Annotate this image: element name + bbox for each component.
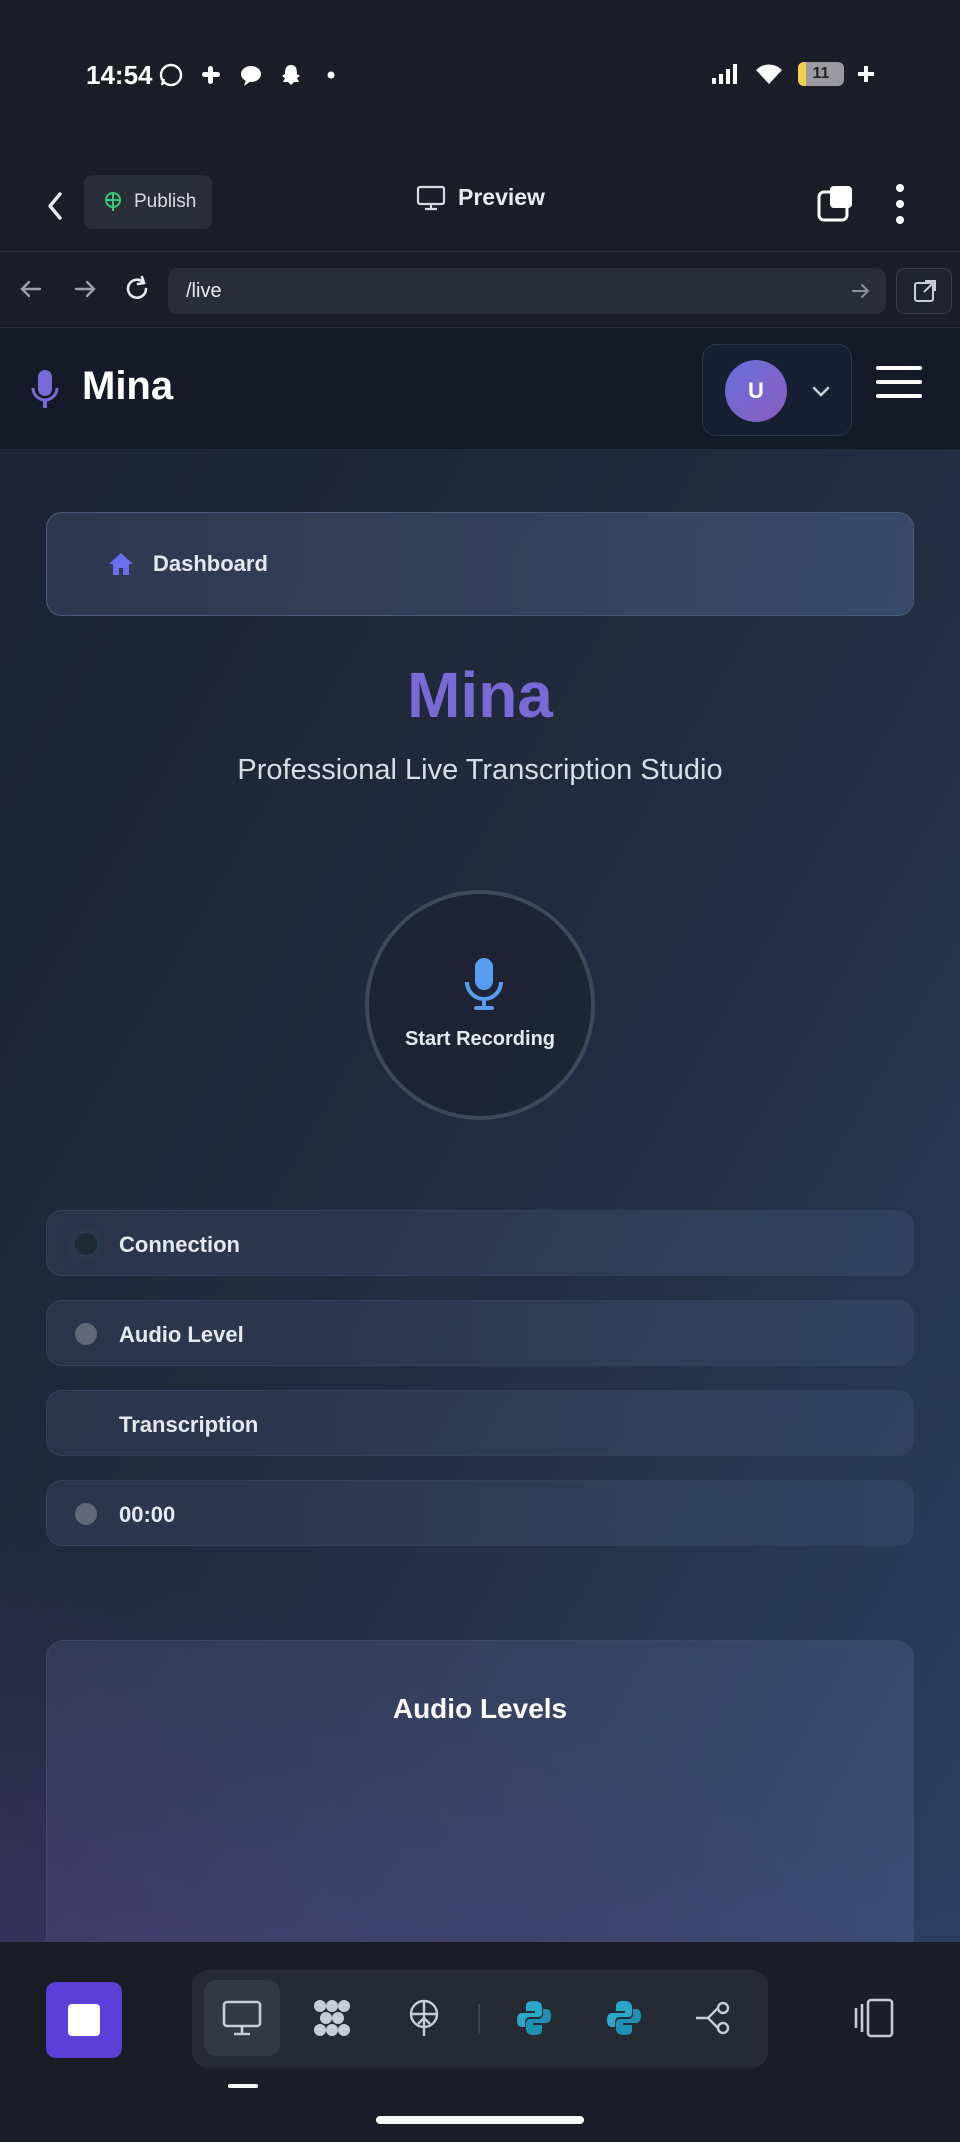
site-header: Mina U [0, 328, 960, 450]
status-connection: Connection [46, 1210, 914, 1276]
status-time: 14:54 [86, 60, 153, 90]
preview-label: Preview [458, 184, 545, 210]
chat-bubble-icon [238, 62, 264, 88]
hamburger-menu-button[interactable] [876, 366, 922, 400]
open-external-button[interactable] [896, 268, 952, 314]
system-icons: 11 [710, 62, 874, 86]
signal-icon [712, 64, 737, 84]
breadcrumb-dashboard[interactable]: Dashboard [46, 512, 914, 616]
snapchat-icon [278, 62, 304, 88]
python-icon [517, 2001, 551, 2035]
audio-levels-title: Audio Levels [392, 1693, 568, 1724]
preview-button[interactable]: Preview [416, 184, 545, 211]
tabs-button[interactable] [816, 184, 856, 224]
whatsapp-icon [158, 62, 184, 88]
monitor-icon [222, 2000, 262, 2036]
user-menu[interactable]: U [702, 344, 852, 436]
active-tab-indicator [228, 2084, 258, 2088]
status-label: Connection [119, 1232, 240, 1257]
arrow-left-icon [20, 280, 42, 298]
status-dot [75, 1503, 97, 1525]
tool-preview[interactable] [204, 1980, 280, 2056]
dot-icon [318, 62, 344, 88]
status-transcription: Transcription [46, 1390, 914, 1456]
arrow-right-icon [74, 280, 96, 298]
notification-icons [158, 62, 344, 88]
breadcrumb-label: Dashboard [153, 551, 268, 576]
tool-divider [478, 2004, 480, 2034]
wifi-icon [756, 64, 782, 84]
page-subtitle: Professional Live Transcription Studio [237, 754, 723, 786]
chevron-left-icon [48, 192, 62, 220]
status-audio-level: Audio Level [46, 1300, 914, 1366]
stop-button[interactable] [46, 1982, 122, 2058]
tool-bar [192, 1970, 768, 2068]
stop-icon [68, 2004, 100, 2036]
app-toolbar: Publish Preview [0, 160, 960, 252]
panel-icon [854, 1998, 894, 2038]
back-button[interactable] [36, 182, 76, 230]
more-options-button[interactable] [890, 180, 910, 228]
workspace-icon [314, 2000, 350, 2036]
start-recording-label: Start Recording [404, 1028, 556, 1050]
url-input[interactable]: /live [168, 268, 886, 314]
audio-levels-card: Audio Levels [46, 1640, 914, 1942]
status-bar: 14:54 11 [0, 0, 960, 150]
status-dot [75, 1233, 97, 1255]
charging-plus-icon [858, 66, 874, 82]
reload-button[interactable] [120, 272, 154, 306]
browser-forward-button[interactable] [68, 272, 102, 306]
tabs-icon [817, 186, 852, 222]
publish-globe-icon [105, 192, 121, 211]
tool-python-2[interactable] [586, 1980, 662, 2056]
page-title: Mina [407, 659, 553, 731]
slack-icon [198, 62, 224, 88]
battery-indicator: 11 [798, 62, 844, 86]
battery-level: 11 [812, 65, 830, 82]
reload-icon [126, 275, 148, 299]
home-icon [109, 553, 133, 575]
publish-globe-icon [409, 1999, 439, 2036]
external-link-icon [914, 280, 936, 302]
bottom-dock [0, 1942, 960, 2142]
tool-workflow[interactable] [676, 1980, 752, 2056]
tool-workspace[interactable] [294, 1980, 370, 2056]
web-content: Mina U Dashboard Mina Professional Live … [0, 328, 960, 1942]
start-recording-button[interactable]: Start Recording [365, 890, 595, 1120]
status-dot [75, 1323, 97, 1345]
status-label: Transcription [119, 1412, 259, 1437]
publish-label: Publish [134, 191, 197, 212]
python-icon [607, 2001, 641, 2035]
status-label: Audio Level [119, 1322, 244, 1347]
logo-mic-icon [31, 370, 59, 408]
workflow-icon [696, 2001, 730, 2035]
monitor-icon [416, 185, 446, 210]
home-indicator[interactable] [376, 2116, 584, 2124]
tool-publish[interactable] [386, 1980, 462, 2056]
publish-button[interactable]: Publish [84, 175, 212, 229]
browser-back-button[interactable] [14, 272, 48, 306]
timer-value: 00:00 [119, 1502, 176, 1527]
kebab-menu-icon [896, 184, 904, 224]
avatar: U [725, 360, 787, 422]
browser-bar: /live [0, 252, 960, 328]
toggle-panel-button[interactable] [852, 1998, 896, 2038]
go-arrow-icon[interactable] [850, 280, 872, 302]
tool-python-1[interactable] [496, 1980, 572, 2056]
url-text: /live [186, 280, 222, 302]
microphone-icon [465, 958, 503, 1010]
status-timer: 00:00 [46, 1480, 914, 1546]
chevron-down-icon [812, 386, 830, 397]
site-logo[interactable]: Mina [82, 364, 173, 409]
